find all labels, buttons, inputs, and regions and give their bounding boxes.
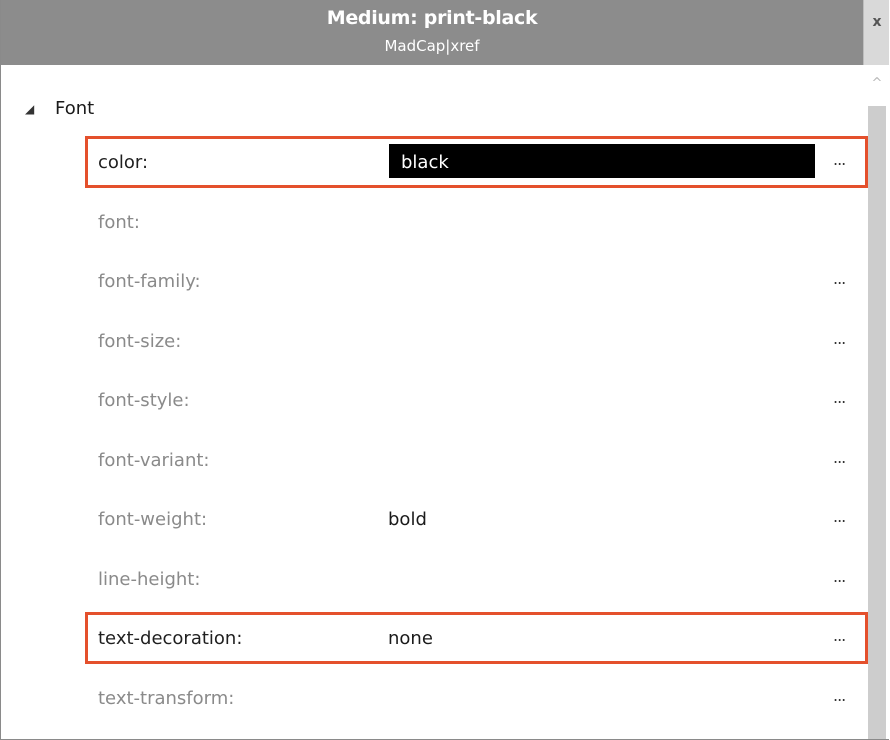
ellipsis-button[interactable]: ... <box>833 507 846 526</box>
property-row[interactable]: font: <box>85 196 863 252</box>
ellipsis-button[interactable]: ... <box>833 269 846 288</box>
highlight-box <box>85 612 868 664</box>
highlight-box <box>85 136 868 188</box>
property-row[interactable]: font-family:... <box>85 255 863 311</box>
collapse-triangle-icon[interactable]: ◢ <box>25 102 39 116</box>
header-subtitle: MadCap|xref <box>384 37 480 55</box>
property-label: line-height: <box>98 569 201 590</box>
scrollbar-thumb[interactable] <box>868 106 886 739</box>
scroll-up-icon[interactable]: ^ <box>867 76 887 96</box>
property-label: font-size: <box>98 331 182 352</box>
properties-panel: Medium: print-black MadCap|xref x ^ ◢ Fon… <box>0 0 889 740</box>
property-row[interactable]: font-style:... <box>85 374 863 430</box>
ellipsis-button[interactable]: ... <box>833 448 846 467</box>
ellipsis-button[interactable]: ... <box>833 567 846 586</box>
property-row[interactable]: font-variant:... <box>85 434 863 490</box>
header-title: Medium: print-black <box>326 7 538 29</box>
property-label: font-weight: <box>98 509 208 530</box>
panel-header: Medium: print-black MadCap|xref <box>1 0 863 65</box>
property-row[interactable]: font-size:... <box>85 315 863 371</box>
ellipsis-button[interactable]: ... <box>833 388 846 407</box>
property-label: text-transform: <box>98 688 235 709</box>
category-font[interactable]: ◢ Font <box>25 98 94 124</box>
close-button[interactable]: x <box>863 0 889 65</box>
close-icon: x <box>872 14 882 30</box>
property-label: font-style: <box>98 390 190 411</box>
ellipsis-button[interactable]: ... <box>833 329 846 348</box>
property-label: font-variant: <box>98 450 210 471</box>
property-row[interactable]: line-height:... <box>85 553 863 609</box>
category-label: Font <box>55 98 95 119</box>
property-row[interactable]: font-weight: bold... <box>85 493 863 549</box>
property-label: font-family: <box>98 271 201 292</box>
property-label: font: <box>98 212 140 233</box>
ellipsis-button[interactable]: ... <box>833 686 846 705</box>
property-row[interactable]: text-transform:... <box>85 672 863 728</box>
property-value[interactable]: bold <box>388 509 427 530</box>
